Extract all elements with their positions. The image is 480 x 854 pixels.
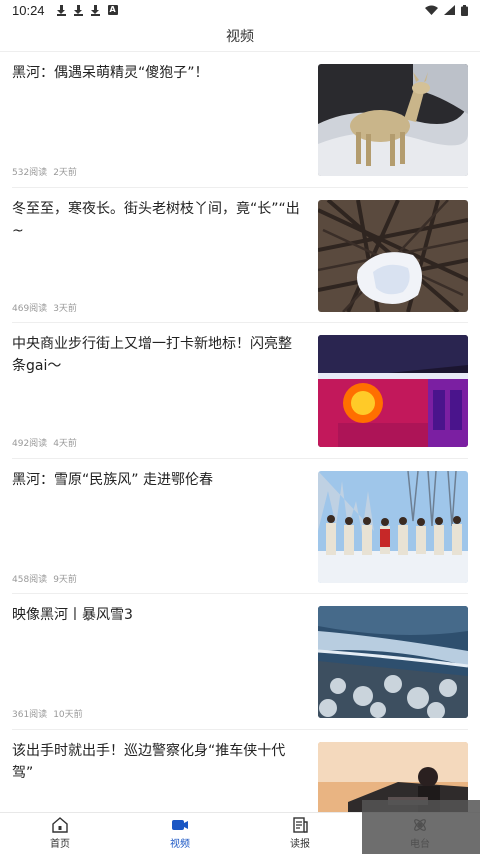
tab-newspaper[interactable]: 读报 <box>240 813 360 854</box>
tab-video[interactable]: 视频 <box>120 813 240 854</box>
article-meta: 532阅读 2天前 <box>12 165 77 178</box>
tab-label: 首页 <box>50 839 70 850</box>
battery-icon <box>461 4 468 16</box>
read-count: 532阅读 <box>12 168 48 178</box>
read-count: 469阅读 <box>12 303 48 314</box>
tab-home[interactable]: 首页 <box>0 813 120 854</box>
article-title[interactable]: 黑河：雪原“民族风” 走进鄂伦春 <box>12 469 302 491</box>
article-item[interactable]: 中央商业步行街上又增一打卡新地标！闪亮整条gai～ 492阅读 4天前 <box>12 323 468 459</box>
article-meta: 492阅读 4天前 <box>12 436 77 449</box>
read-count: 361阅读 <box>12 710 48 720</box>
article-item[interactable]: 映像黑河丨暴风雪3 361阅读 10天前 <box>12 594 468 730</box>
signal-icon <box>444 5 455 15</box>
article-title[interactable]: 冬至至，寒夜长。街头老树枝丫间，竟“长”“出~ <box>12 198 302 242</box>
home-icon <box>52 817 68 833</box>
article-item[interactable]: 黑河：雪原“民族风” 走进鄂伦春 458阅读 9天前 <box>12 459 468 594</box>
video-feed[interactable]: 黑河：偶遇呆萌精灵“傻狍子”！ 532阅读 2天前 冬至至，寒夜长。街头老树枝丫… <box>0 52 480 812</box>
article-item[interactable]: 黑河：偶遇呆萌精灵“傻狍子”！ 532阅读 2天前 <box>12 52 468 188</box>
publish-time: 9天前 <box>53 574 77 585</box>
publish-time: 4天前 <box>53 439 77 449</box>
article-thumbnail[interactable] <box>318 64 468 176</box>
publish-time: 10天前 <box>53 710 83 720</box>
article-meta: 458阅读 9天前 <box>12 572 77 585</box>
article-title[interactable]: 中央商业步行街上又增一打卡新地标！闪亮整条gai～ <box>12 333 302 377</box>
article-thumbnail[interactable] <box>318 335 468 447</box>
newspaper-icon <box>293 817 308 833</box>
wifi-icon <box>425 5 438 15</box>
status-right <box>425 4 468 16</box>
publish-time: 2天前 <box>53 168 77 178</box>
page-title: 视频 <box>226 28 254 45</box>
download-icon <box>90 4 100 16</box>
article-thumbnail[interactable] <box>318 470 468 583</box>
publish-time: 3天前 <box>53 303 77 314</box>
page-header: 视频 <box>0 20 480 52</box>
article-thumbnail[interactable] <box>318 606 468 718</box>
article-title[interactable]: 黑河：偶遇呆萌精灵“傻狍子”！ <box>12 62 302 84</box>
status-bar: 10:24 A <box>0 0 480 20</box>
article-meta: 361阅读 10天前 <box>12 707 83 720</box>
read-count: 458阅读 <box>12 574 48 585</box>
status-time: 10:24 <box>12 2 45 18</box>
notification-icon: A <box>107 5 118 15</box>
read-count: 492阅读 <box>12 439 48 449</box>
download-icon <box>56 4 66 16</box>
tab-label: 视频 <box>170 839 190 850</box>
article-title[interactable]: 该出手时就出手！巡边警察化身“推车侠十代驾” <box>12 740 302 784</box>
article-thumbnail[interactable] <box>318 199 468 312</box>
floating-overlay <box>362 800 480 854</box>
tab-label: 读报 <box>290 839 310 850</box>
article-item[interactable]: 冬至至，寒夜长。街头老树枝丫间，竟“长”“出~ 469阅读 3天前 <box>12 188 468 323</box>
article-title[interactable]: 映像黑河丨暴风雪3 <box>12 604 302 626</box>
video-icon <box>172 820 188 830</box>
article-meta: 469阅读 3天前 <box>12 301 77 314</box>
download-icon <box>73 4 83 16</box>
